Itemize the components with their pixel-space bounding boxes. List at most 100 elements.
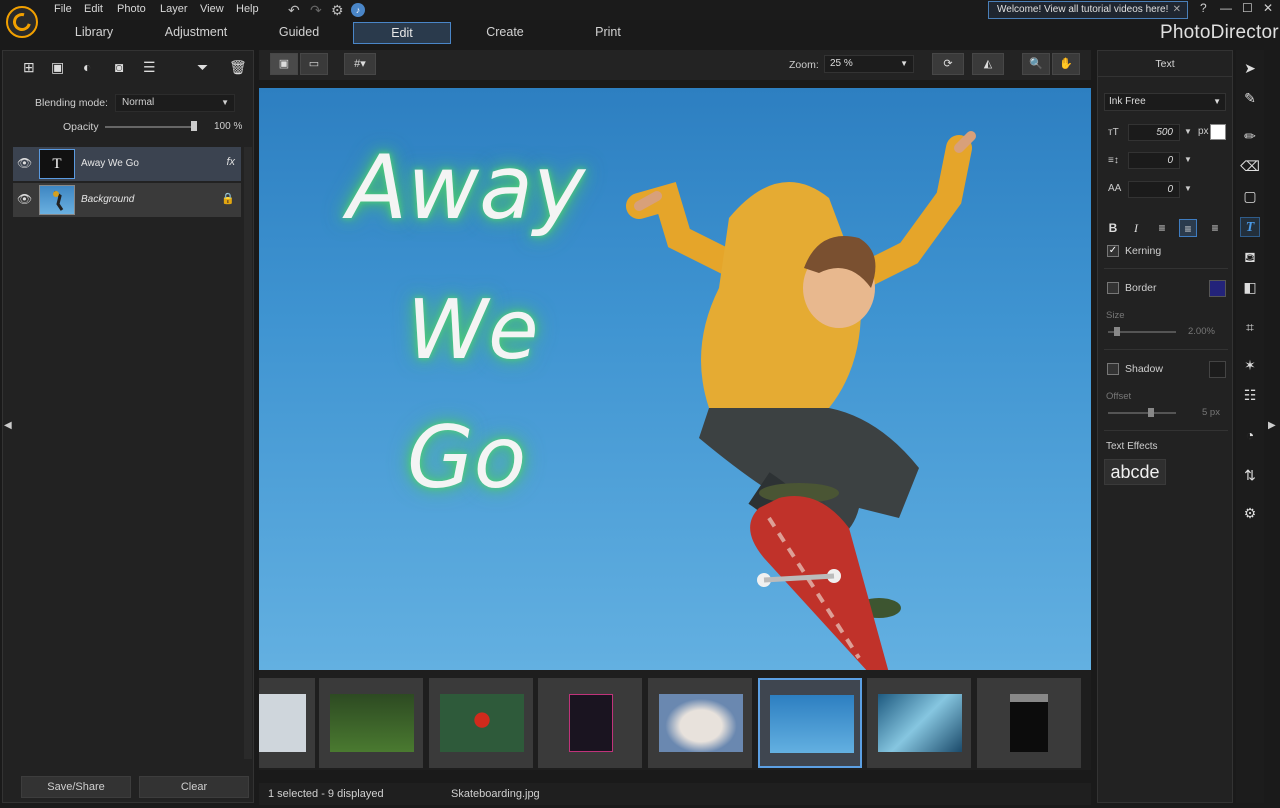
paint-bucket-icon[interactable]: ⛾ <box>1240 247 1260 267</box>
align-left-icon[interactable]: ≡ <box>1153 219 1171 237</box>
layer-row-text[interactable]: 👁 T Away We Go fx <box>13 147 241 181</box>
photo-thumbnail <box>770 695 854 753</box>
align-center-icon[interactable]: ≡ <box>1179 219 1197 237</box>
undo-icon[interactable]: ↶ <box>288 2 300 19</box>
chevron-down-icon[interactable]: ▼ <box>1184 155 1192 164</box>
minimize-button[interactable]: — <box>1220 1 1232 15</box>
gradient-icon[interactable]: ◧ <box>1240 277 1260 297</box>
chevron-down-icon[interactable]: ▼ <box>1184 184 1192 193</box>
tab-create[interactable]: Create <box>466 22 544 44</box>
text-color-swatch[interactable] <box>1210 124 1226 140</box>
film-thumb[interactable] <box>977 678 1081 768</box>
welcome-tooltip[interactable]: Welcome! View all tutorial videos here! … <box>988 1 1188 19</box>
slider-handle[interactable] <box>1114 327 1120 336</box>
menu-view[interactable]: View <box>200 3 224 15</box>
border-checkbox[interactable] <box>1107 282 1119 294</box>
text-effects-preset[interactable]: abcde <box>1104 459 1166 485</box>
tab-library[interactable]: Library <box>55 22 133 44</box>
eye-icon[interactable]: 👁 <box>17 192 32 206</box>
help-button[interactable]: ? <box>1200 1 1207 15</box>
opacity-slider[interactable] <box>105 126 197 128</box>
brush-mask-icon[interactable]: ✎ <box>1240 88 1260 108</box>
bold-button[interactable]: B <box>1104 219 1122 237</box>
settings-gear-icon[interactable]: ⚙ <box>1240 503 1260 523</box>
canvas-text-line-1[interactable]: Away <box>347 136 585 239</box>
rectangle-icon[interactable]: ▢ <box>1240 186 1260 206</box>
font-select[interactable]: Ink Free ▼ <box>1104 93 1226 111</box>
opacity-slider-handle[interactable] <box>191 121 197 131</box>
film-thumb[interactable] <box>429 678 533 768</box>
tab-guided[interactable]: Guided <box>260 22 338 44</box>
layer-row-background[interactable]: 👁 Background 🔒 <box>13 183 241 217</box>
shadow-color-swatch[interactable] <box>1209 361 1226 378</box>
menu-photo[interactable]: Photo <box>117 3 146 15</box>
tab-edit[interactable]: Edit <box>353 22 451 44</box>
text-layer-thumbnail: T <box>39 149 75 179</box>
menu-edit[interactable]: Edit <box>84 3 103 15</box>
blending-mode-select[interactable]: Normal ▼ <box>115 94 235 112</box>
layers-scrollbar[interactable] <box>244 147 252 759</box>
color-wheel-icon[interactable]: ◔ <box>1240 425 1260 445</box>
align-right-icon[interactable]: ≡ <box>1206 219 1224 237</box>
redo-icon[interactable]: ↷ <box>310 2 322 19</box>
maximize-button[interactable]: ☐ <box>1242 1 1253 15</box>
grid-icon[interactable]: #▾ <box>344 53 376 75</box>
film-thumb-selected[interactable] <box>758 678 862 768</box>
settings-gear-icon[interactable]: ⚙ <box>331 2 344 19</box>
view-compare-icon[interactable]: ▭ <box>300 53 328 75</box>
line-spacing-input[interactable]: 0 <box>1128 152 1180 169</box>
layer-options-icon[interactable]: ☰ <box>143 59 156 76</box>
filter-icon[interactable]: ⏷ <box>197 59 208 76</box>
transform-icon[interactable]: ⇅ <box>1240 465 1260 485</box>
new-layer-icon[interactable]: ⊞ <box>23 59 35 76</box>
canvas-text-line-3[interactable]: Go <box>407 408 526 508</box>
shadow-checkbox[interactable] <box>1107 363 1119 375</box>
shadow-offset-slider[interactable] <box>1108 412 1176 414</box>
close-button[interactable]: ✕ <box>1263 1 1273 15</box>
film-thumb[interactable] <box>648 678 752 768</box>
menu-layer[interactable]: Layer <box>160 3 188 15</box>
chevron-down-icon[interactable]: ▼ <box>1184 127 1192 136</box>
slider-handle[interactable] <box>1148 408 1154 417</box>
trash-icon[interactable]: 🗑 <box>229 59 247 76</box>
text-tool-icon[interactable]: T <box>1240 217 1260 237</box>
adjustment-layer-icon[interactable]: ◐ <box>83 59 91 75</box>
menu-help[interactable]: Help <box>236 3 259 15</box>
film-thumb[interactable] <box>867 678 971 768</box>
tab-print[interactable]: Print <box>570 22 646 44</box>
adjustments-sliders-icon[interactable]: ☷ <box>1240 385 1260 405</box>
font-size-input[interactable]: 500 <box>1128 124 1180 141</box>
film-thumb[interactable] <box>538 678 642 768</box>
magic-wand-icon[interactable]: ✶ <box>1240 355 1260 375</box>
save-share-button[interactable]: Save/Share <box>21 776 131 798</box>
eraser-icon[interactable]: ⌫ <box>1240 156 1260 176</box>
mask-icon[interactable]: ◙ <box>115 59 123 75</box>
select-arrow-icon[interactable]: ➤ <box>1240 58 1260 78</box>
notification-bell-icon[interactable]: ♪ <box>351 3 365 17</box>
kerning-checkbox[interactable]: ✓ <box>1107 245 1119 257</box>
rotate-icon[interactable]: ⟳ <box>932 53 964 75</box>
zoom-tool-icon[interactable]: 🔍 <box>1022 53 1050 75</box>
crop-icon[interactable]: ⌗ <box>1240 317 1260 337</box>
pencil-icon[interactable]: ✏ <box>1240 126 1260 146</box>
canvas-text-line-2[interactable]: We <box>407 283 539 378</box>
collapse-left-icon[interactable]: ◀ <box>4 420 12 431</box>
fx-icon[interactable]: fx <box>226 156 235 168</box>
clear-button[interactable]: Clear <box>139 776 249 798</box>
tab-adjustment[interactable]: Adjustment <box>150 22 242 44</box>
close-icon[interactable]: ✕ <box>1173 2 1181 18</box>
menu-file[interactable]: File <box>54 3 72 15</box>
eye-icon[interactable]: 👁 <box>17 156 32 170</box>
italic-button[interactable]: I <box>1127 219 1145 237</box>
hand-tool-icon[interactable]: ✋ <box>1052 53 1080 75</box>
char-spacing-input[interactable]: 0 <box>1128 181 1180 198</box>
film-thumb[interactable] <box>319 678 423 768</box>
photo-canvas[interactable]: Away We Go <box>259 88 1091 670</box>
border-color-swatch[interactable] <box>1209 280 1226 297</box>
flip-icon[interactable]: ◭ <box>972 53 1004 75</box>
zoom-select[interactable]: 25 % ▼ <box>824 55 914 73</box>
view-single-icon[interactable]: ▣ <box>270 53 298 75</box>
add-image-layer-icon[interactable]: ▣ <box>51 59 64 76</box>
film-thumb[interactable] <box>259 678 315 768</box>
collapse-right-icon[interactable]: ▶ <box>1268 420 1276 431</box>
